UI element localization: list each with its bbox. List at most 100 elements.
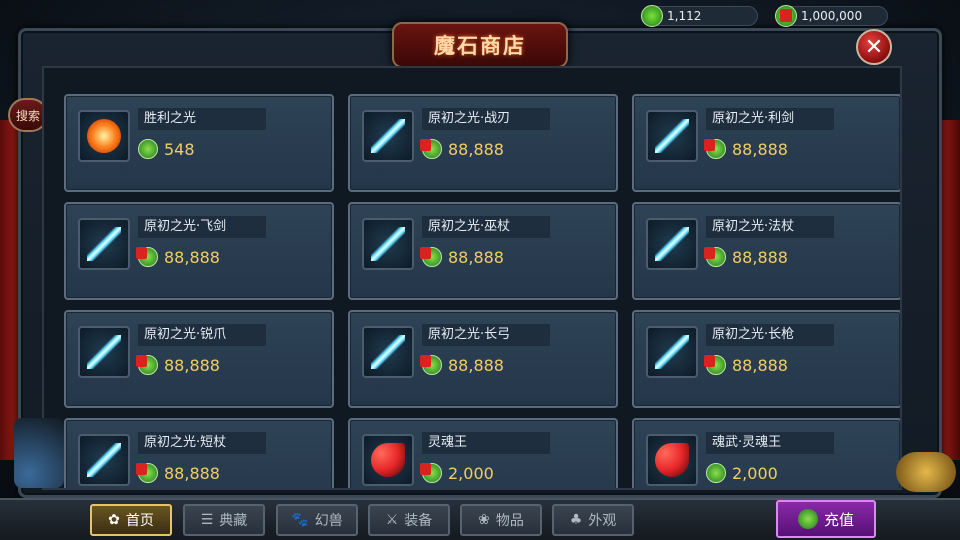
spear-icon — [655, 335, 689, 369]
item-name: 原初之光·法杖 — [706, 216, 834, 238]
shop-item-card[interactable]: 魂武·灵魂王 2,000 — [632, 418, 900, 488]
item-name: 原初之光·锐爪 — [138, 324, 266, 346]
bound-magic-stone-balance: 1,000,000 — [775, 5, 888, 27]
item-icon: ❀ — [478, 512, 490, 528]
item-price: 2,000 — [706, 462, 778, 484]
item-price-value: 88,888 — [732, 247, 788, 267]
item-price-value: 88,888 — [448, 247, 504, 267]
item-name: 原初之光·利剑 — [706, 108, 834, 130]
claw-icon — [87, 335, 121, 369]
item-icon-frame — [362, 434, 414, 486]
bound-magic-stone-icon — [420, 139, 442, 159]
item-price-value: 548 — [164, 139, 195, 159]
item-name: 原初之光·巫杖 — [422, 216, 550, 238]
item-icon-frame — [78, 326, 130, 378]
item-icon-frame — [646, 110, 698, 162]
sun-orb-icon — [87, 119, 121, 153]
item-price: 88,888 — [704, 354, 788, 376]
item-icon-frame — [78, 218, 130, 270]
shop-item-card[interactable]: 原初之光·短杖 88,888 — [64, 418, 334, 488]
item-price-value: 88,888 — [732, 139, 788, 159]
item-icon-frame — [362, 218, 414, 270]
short-staff-icon — [87, 443, 121, 477]
item-name: 原初之光·短杖 — [138, 432, 266, 454]
nav-tab-equipment[interactable]: ⚔ 装备 — [368, 504, 450, 536]
shop-item-card[interactable]: 胜利之光 548 — [64, 94, 334, 192]
search-label: 搜索 — [15, 108, 40, 123]
blade-icon — [371, 119, 405, 153]
item-icon-frame — [78, 110, 130, 162]
nav-tab-home[interactable]: ✿ 首页 — [90, 504, 172, 536]
item-price: 88,888 — [704, 246, 788, 268]
home-icon: ✿ — [108, 512, 120, 528]
shop-item-card[interactable]: 原初之光·巫杖 88,888 — [348, 202, 618, 300]
nav-tab-collection[interactable]: ☰ 典藏 — [183, 504, 265, 536]
item-price: 88,888 — [420, 138, 504, 160]
item-price: 88,888 — [704, 138, 788, 160]
item-name: 原初之光·战刃 — [422, 108, 550, 130]
recharge-button[interactable]: 充值 — [776, 500, 876, 538]
magic-stone-icon — [797, 509, 818, 529]
item-name: 原初之光·长弓 — [422, 324, 550, 346]
flying-sword-icon — [87, 227, 121, 261]
beast-icon: 🐾 — [291, 512, 309, 528]
item-list-scroll[interactable]: 胜利之光 548 原初之光·战刃 88,888 原初之光·利剑 88,888 原初之光·飞剑… — [42, 66, 902, 490]
shop-item-card[interactable]: 原初之光·锐爪 88,888 — [64, 310, 334, 408]
item-price-value: 2,000 — [448, 463, 494, 483]
soul-king-icon — [371, 443, 405, 477]
treasure-decoration-left — [14, 418, 64, 488]
nav-tab-beast[interactable]: 🐾 幻兽 — [276, 504, 358, 536]
shop-item-card[interactable]: 原初之光·利剑 88,888 — [632, 94, 900, 192]
shop-title: 魔石商店 — [434, 34, 526, 58]
shop-item-card[interactable]: 原初之光·长弓 88,888 — [348, 310, 618, 408]
magic-stone-icon — [641, 5, 663, 27]
item-icon-frame — [362, 110, 414, 162]
item-price: 88,888 — [136, 462, 220, 484]
item-price-value: 88,888 — [164, 463, 220, 483]
bound-magic-stone-icon — [136, 355, 158, 375]
item-name: 原初之光·飞剑 — [138, 216, 266, 238]
bound-magic-stone-icon — [704, 247, 726, 267]
item-price-value: 88,888 — [732, 355, 788, 375]
magic-stone-icon — [138, 139, 158, 159]
sword-icon — [655, 119, 689, 153]
collection-icon: ☰ — [200, 512, 214, 528]
bound-magic-stone-icon — [136, 247, 158, 267]
item-icon-frame — [362, 326, 414, 378]
item-price: 2,000 — [420, 462, 494, 484]
nav-tab-label: 幻兽 — [314, 513, 343, 529]
item-icon-frame — [646, 326, 698, 378]
equipment-icon: ⚔ — [385, 512, 399, 528]
item-price: 88,888 — [420, 354, 504, 376]
bound-magic-stone-amount: 1,000,000 — [801, 9, 863, 23]
nav-tab-item[interactable]: ❀ 物品 — [460, 504, 542, 536]
item-icon-frame — [646, 218, 698, 270]
nav-tab-label: 首页 — [125, 513, 154, 529]
item-price-value: 88,888 — [448, 355, 504, 375]
shop-item-card[interactable]: 原初之光·飞剑 88,888 — [64, 202, 334, 300]
item-price-value: 88,888 — [448, 139, 504, 159]
bound-magic-stone-icon — [704, 139, 726, 159]
gold-pile-decoration-right — [896, 452, 956, 492]
shop-item-card[interactable]: 原初之光·法杖 88,888 — [632, 202, 900, 300]
nav-tab-appearance[interactable]: ♣ 外观 — [552, 504, 634, 536]
item-price: 88,888 — [136, 246, 220, 268]
recharge-label: 充值 — [823, 510, 854, 529]
close-icon: ✕ — [864, 34, 884, 60]
shop-item-card[interactable]: 灵魂王 2,000 — [348, 418, 618, 488]
close-button[interactable]: ✕ — [856, 29, 892, 65]
bound-magic-stone-icon — [704, 355, 726, 375]
item-price: 88,888 — [420, 246, 504, 268]
bow-icon — [371, 335, 405, 369]
shop-item-card[interactable]: 原初之光·长枪 88,888 — [632, 310, 900, 408]
item-icon-frame — [78, 434, 130, 486]
magic-stone-icon — [706, 463, 726, 483]
soul-weapon-icon — [655, 443, 689, 477]
item-price: 88,888 — [136, 354, 220, 376]
appearance-icon: ♣ — [569, 512, 583, 528]
bound-magic-stone-icon — [420, 463, 442, 483]
shop-item-card[interactable]: 原初之光·战刃 88,888 — [348, 94, 618, 192]
nav-tab-label: 外观 — [588, 513, 617, 529]
nav-tab-label: 装备 — [404, 513, 433, 529]
item-name: 魂武·灵魂王 — [706, 432, 834, 454]
